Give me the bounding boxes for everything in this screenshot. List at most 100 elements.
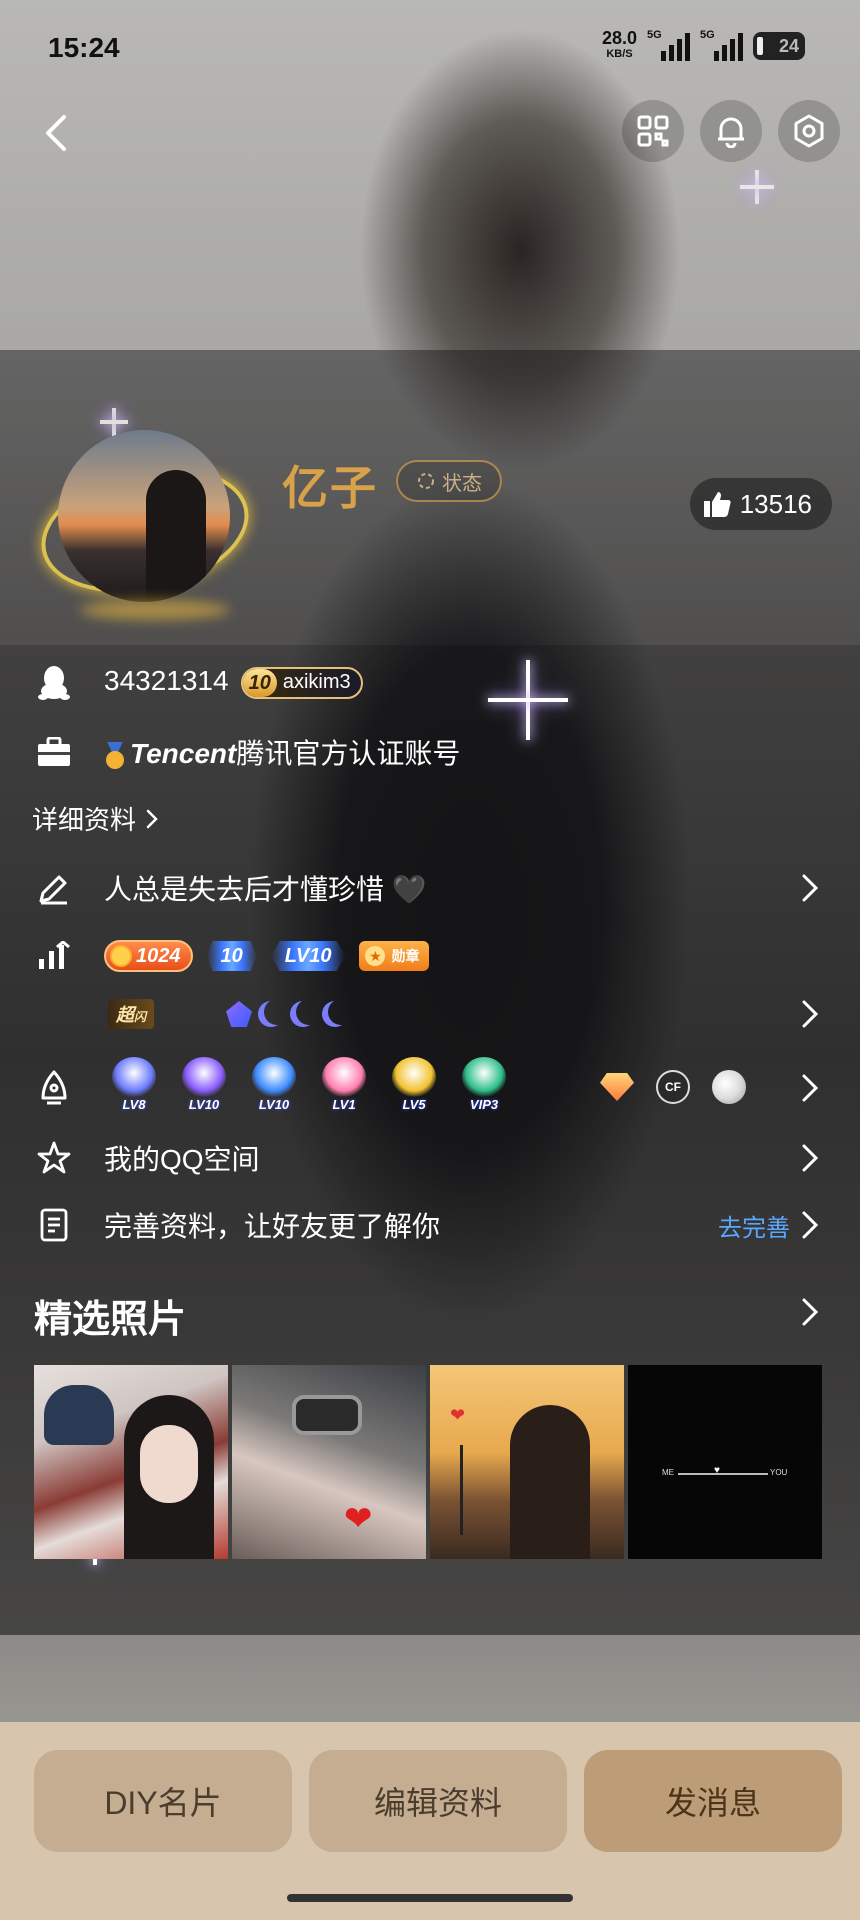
medal-icon	[104, 742, 126, 770]
photo-caption-me: ME	[662, 1468, 674, 1477]
status-indicators: 28.0 KB/S 5G 5G 24	[601, 28, 805, 62]
badge-list-2: 超闪	[108, 999, 348, 1029]
coin-icon	[110, 945, 132, 967]
qq-number-line: 34321314 10 axikim3	[104, 665, 363, 699]
medal-badge[interactable]: ★ 勋章	[359, 941, 430, 971]
level-icon-label: LV5	[402, 1097, 426, 1112]
signal-icon: 5G	[647, 29, 690, 61]
sparkle-decoration	[740, 170, 774, 204]
rank-prefix-badge[interactable]: 超闪	[108, 999, 155, 1029]
game-cf-icon[interactable]: CF	[656, 1070, 690, 1104]
photo-line	[678, 1473, 768, 1475]
signature-text: 人总是失去后才懂珍惜 🖤	[104, 874, 427, 905]
qq-number[interactable]: 34321314	[104, 665, 229, 696]
status-time: 15:24	[48, 32, 120, 63]
like-count: 13516	[739, 488, 812, 519]
avatar-silhouette	[146, 470, 206, 602]
featured-photo[interactable]: ME ♥ YOU	[628, 1365, 822, 1559]
lv-10-star-shape	[252, 1057, 296, 1097]
featured-photo[interactable]	[34, 1365, 228, 1559]
thumbs-up-icon	[703, 492, 731, 517]
windmill-pole	[460, 1445, 463, 1535]
moon-icon	[290, 1001, 316, 1027]
signature-row[interactable]: 人总是失去后才懂珍惜 🖤	[0, 866, 860, 910]
lv-1-heart-shape	[322, 1057, 366, 1097]
photo-caption-you: YOU	[770, 1468, 788, 1477]
bomb-icon[interactable]	[712, 1070, 746, 1104]
badges-row-2[interactable]: 超闪	[0, 992, 860, 1036]
document-icon	[34, 1205, 74, 1245]
settings-gear-icon[interactable]	[778, 100, 840, 162]
chevron-right-icon[interactable]	[800, 1296, 820, 1328]
chevron-right-icon	[802, 874, 819, 902]
badges-row[interactable]: 1024 10 LV10 ★ 勋章	[0, 934, 860, 978]
wing-level-badge[interactable]: 10	[206, 941, 257, 971]
level-icons-row[interactable]: LV8 LV10 LV10 LV1 LV5 VIP3 CF	[0, 1052, 860, 1124]
extra-icon-list: CF	[600, 1070, 746, 1104]
bell-icon[interactable]	[700, 100, 762, 162]
avatar[interactable]	[58, 430, 230, 602]
photo-watch-shape	[292, 1395, 362, 1435]
lv-1-heart-icon[interactable]: LV1	[314, 1052, 374, 1112]
complete-profile-row[interactable]: 完善资料，让好友更了解你 去完善	[0, 1202, 860, 1248]
lv-5-diamond-icon[interactable]: LV5	[384, 1052, 444, 1112]
like-button[interactable]: 13516	[689, 478, 832, 530]
heart-icon: ❤	[450, 1405, 466, 1425]
top-nav-actions	[622, 100, 840, 162]
photo-face-shape	[140, 1425, 198, 1503]
edit-profile-button[interactable]: 编辑资料	[309, 1750, 567, 1852]
level-icon-label: VIP3	[469, 1097, 499, 1112]
featured-photo[interactable]: ❤	[430, 1365, 624, 1559]
vip-3-shape	[462, 1057, 506, 1097]
featured-photos-grid: ❤ ❤ ME ♥ YOU	[34, 1365, 822, 1559]
crown-icon	[226, 1001, 253, 1027]
qq-number-row: 34321314 10 axikim3	[0, 660, 860, 704]
status-chip[interactable]: 状态	[396, 460, 502, 502]
chevron-right-icon	[802, 1211, 819, 1239]
send-message-button[interactable]: 发消息	[584, 1750, 842, 1852]
network-speed: 28.0 KB/S	[601, 28, 637, 60]
level-icon-label: LV8	[122, 1097, 146, 1112]
penguin-icon	[34, 662, 74, 702]
star-icon: ★	[365, 946, 386, 966]
lv-8-icon[interactable]: LV8	[104, 1052, 164, 1112]
chevron-right-icon	[146, 809, 158, 828]
vip-3-icon[interactable]: VIP3	[454, 1052, 514, 1112]
qq-level-name: axikim3	[282, 671, 351, 694]
status-icon	[418, 473, 434, 489]
level-icon-label: LV10	[258, 1097, 290, 1112]
pencil-icon	[34, 868, 74, 908]
diy-card-button[interactable]: DIY名片	[34, 1750, 292, 1852]
certification-text: Tencent腾讯官方认证账号	[104, 732, 460, 772]
featured-photos-title: 精选照片	[34, 1299, 187, 1341]
home-indicator	[287, 1894, 573, 1902]
qzone-label: 我的QQ空间	[104, 1144, 260, 1175]
signal-icon: 5G	[700, 29, 743, 61]
level-icon-label: LV10	[188, 1097, 220, 1112]
briefcase-icon	[34, 732, 74, 772]
wing-lv10-badge[interactable]: LV10	[270, 941, 346, 971]
chevron-right-icon	[802, 1144, 819, 1172]
moon-icon	[258, 1001, 284, 1027]
level-icon-list: LV8 LV10 LV10 LV1 LV5 VIP3	[104, 1052, 514, 1112]
complete-profile-action[interactable]: 去完善	[718, 1208, 790, 1243]
diamond-icon[interactable]	[600, 1073, 634, 1101]
qq-level-badge[interactable]: 10 axikim3	[240, 666, 363, 699]
back-icon[interactable]	[36, 108, 76, 158]
avatar-glow-decoration	[80, 600, 230, 620]
certification-row: Tencent腾讯官方认证账号	[0, 730, 860, 774]
lv-10-star-icon[interactable]: LV10	[244, 1052, 304, 1112]
featured-photo[interactable]: ❤	[232, 1365, 426, 1559]
qr-code-icon[interactable]	[622, 100, 684, 162]
complete-profile-label: 完善资料，让好友更了解你	[104, 1211, 441, 1242]
lv-10-x-icon[interactable]: LV10	[174, 1052, 234, 1112]
nickname: 亿子	[282, 462, 378, 514]
cert-label: 腾讯官方认证账号	[236, 738, 461, 769]
lv-10-x-shape	[182, 1057, 226, 1097]
heart-icon: ♥	[714, 1465, 720, 1476]
level-trend-icon	[34, 936, 74, 976]
coin-badge[interactable]: 1024	[104, 940, 193, 972]
detail-profile-link[interactable]: 详细资料	[32, 800, 158, 837]
star-outline-icon	[34, 1138, 74, 1178]
qzone-row[interactable]: 我的QQ空间	[0, 1135, 860, 1181]
